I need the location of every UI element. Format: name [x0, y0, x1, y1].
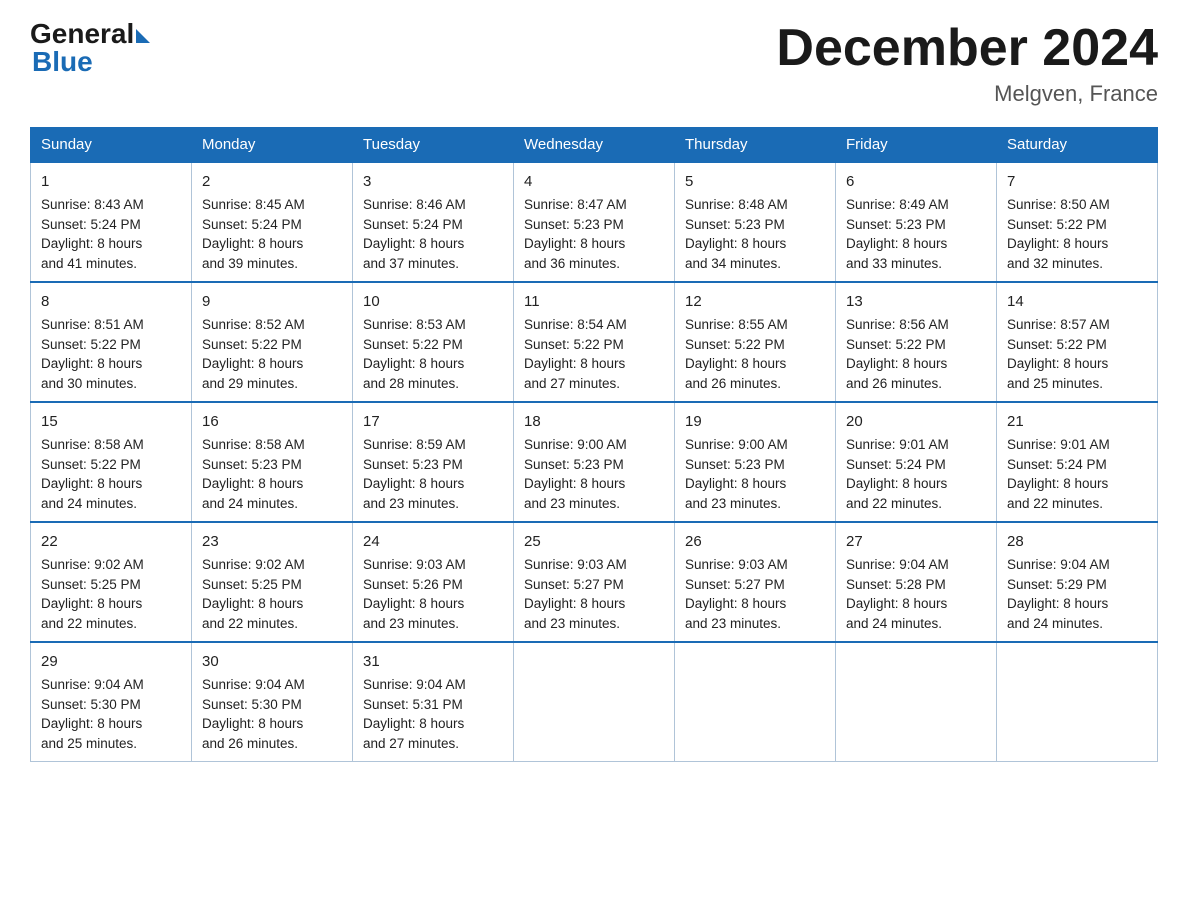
calendar-cell: 8Sunrise: 8:51 AMSunset: 5:22 PMDaylight… [31, 282, 192, 402]
calendar-cell [836, 642, 997, 762]
logo-blue-text: Blue [30, 48, 150, 76]
calendar-body: 1Sunrise: 8:43 AMSunset: 5:24 PMDaylight… [31, 162, 1158, 762]
day-number: 5 [685, 171, 825, 193]
day-number: 3 [363, 171, 503, 193]
day-number: 9 [202, 291, 342, 313]
col-friday: Friday [836, 128, 997, 163]
calendar-cell: 9Sunrise: 8:52 AMSunset: 5:22 PMDaylight… [192, 282, 353, 402]
calendar-cell: 30Sunrise: 9:04 AMSunset: 5:30 PMDayligh… [192, 642, 353, 762]
calendar-cell [675, 642, 836, 762]
calendar-cell: 23Sunrise: 9:02 AMSunset: 5:25 PMDayligh… [192, 522, 353, 642]
calendar-table: Sunday Monday Tuesday Wednesday Thursday… [30, 127, 1158, 762]
col-thursday: Thursday [675, 128, 836, 163]
day-number: 31 [363, 651, 503, 673]
calendar-cell: 16Sunrise: 8:58 AMSunset: 5:23 PMDayligh… [192, 402, 353, 522]
calendar-cell: 11Sunrise: 8:54 AMSunset: 5:22 PMDayligh… [514, 282, 675, 402]
calendar-cell: 21Sunrise: 9:01 AMSunset: 5:24 PMDayligh… [997, 402, 1158, 522]
day-number: 1 [41, 171, 181, 193]
day-number: 26 [685, 531, 825, 553]
calendar-cell: 18Sunrise: 9:00 AMSunset: 5:23 PMDayligh… [514, 402, 675, 522]
day-number: 21 [1007, 411, 1147, 433]
col-monday: Monday [192, 128, 353, 163]
calendar-row: 22Sunrise: 9:02 AMSunset: 5:25 PMDayligh… [31, 522, 1158, 642]
calendar-cell: 2Sunrise: 8:45 AMSunset: 5:24 PMDaylight… [192, 162, 353, 282]
day-number: 20 [846, 411, 986, 433]
calendar-row: 1Sunrise: 8:43 AMSunset: 5:24 PMDaylight… [31, 162, 1158, 282]
calendar-cell: 4Sunrise: 8:47 AMSunset: 5:23 PMDaylight… [514, 162, 675, 282]
calendar-header: Sunday Monday Tuesday Wednesday Thursday… [31, 128, 1158, 163]
day-number: 13 [846, 291, 986, 313]
title-block: December 2024 Melgven, France [776, 20, 1158, 107]
calendar-cell: 31Sunrise: 9:04 AMSunset: 5:31 PMDayligh… [353, 642, 514, 762]
calendar-cell: 12Sunrise: 8:55 AMSunset: 5:22 PMDayligh… [675, 282, 836, 402]
col-sunday: Sunday [31, 128, 192, 163]
day-number: 12 [685, 291, 825, 313]
day-number: 10 [363, 291, 503, 313]
calendar-cell: 24Sunrise: 9:03 AMSunset: 5:26 PMDayligh… [353, 522, 514, 642]
calendar-cell: 13Sunrise: 8:56 AMSunset: 5:22 PMDayligh… [836, 282, 997, 402]
calendar-cell: 3Sunrise: 8:46 AMSunset: 5:24 PMDaylight… [353, 162, 514, 282]
day-number: 7 [1007, 171, 1147, 193]
day-number: 6 [846, 171, 986, 193]
day-number: 30 [202, 651, 342, 673]
day-number: 14 [1007, 291, 1147, 313]
month-title: December 2024 [776, 20, 1158, 77]
col-wednesday: Wednesday [514, 128, 675, 163]
day-number: 17 [363, 411, 503, 433]
day-number: 22 [41, 531, 181, 553]
calendar-cell: 28Sunrise: 9:04 AMSunset: 5:29 PMDayligh… [997, 522, 1158, 642]
day-number: 23 [202, 531, 342, 553]
day-number: 24 [363, 531, 503, 553]
logo-arrow-icon [136, 29, 150, 43]
calendar-cell [514, 642, 675, 762]
location-label: Melgven, France [776, 81, 1158, 107]
day-number: 28 [1007, 531, 1147, 553]
calendar-cell: 5Sunrise: 8:48 AMSunset: 5:23 PMDaylight… [675, 162, 836, 282]
header-row: Sunday Monday Tuesday Wednesday Thursday… [31, 128, 1158, 163]
calendar-row: 29Sunrise: 9:04 AMSunset: 5:30 PMDayligh… [31, 642, 1158, 762]
calendar-cell: 7Sunrise: 8:50 AMSunset: 5:22 PMDaylight… [997, 162, 1158, 282]
day-number: 4 [524, 171, 664, 193]
day-number: 29 [41, 651, 181, 673]
calendar-cell: 19Sunrise: 9:00 AMSunset: 5:23 PMDayligh… [675, 402, 836, 522]
day-number: 15 [41, 411, 181, 433]
day-number: 2 [202, 171, 342, 193]
calendar-cell: 26Sunrise: 9:03 AMSunset: 5:27 PMDayligh… [675, 522, 836, 642]
calendar-cell: 1Sunrise: 8:43 AMSunset: 5:24 PMDaylight… [31, 162, 192, 282]
calendar-cell [997, 642, 1158, 762]
calendar-cell: 10Sunrise: 8:53 AMSunset: 5:22 PMDayligh… [353, 282, 514, 402]
calendar-row: 15Sunrise: 8:58 AMSunset: 5:22 PMDayligh… [31, 402, 1158, 522]
day-number: 8 [41, 291, 181, 313]
calendar-cell: 22Sunrise: 9:02 AMSunset: 5:25 PMDayligh… [31, 522, 192, 642]
logo-general-text: General [30, 20, 150, 48]
day-number: 25 [524, 531, 664, 553]
col-saturday: Saturday [997, 128, 1158, 163]
logo: General Blue [30, 20, 150, 76]
page-header: General Blue December 2024 Melgven, Fran… [30, 20, 1158, 107]
calendar-cell: 25Sunrise: 9:03 AMSunset: 5:27 PMDayligh… [514, 522, 675, 642]
logo-text-general: General [30, 20, 134, 48]
calendar-cell: 27Sunrise: 9:04 AMSunset: 5:28 PMDayligh… [836, 522, 997, 642]
day-number: 11 [524, 291, 664, 313]
calendar-cell: 17Sunrise: 8:59 AMSunset: 5:23 PMDayligh… [353, 402, 514, 522]
col-tuesday: Tuesday [353, 128, 514, 163]
calendar-cell: 29Sunrise: 9:04 AMSunset: 5:30 PMDayligh… [31, 642, 192, 762]
calendar-cell: 14Sunrise: 8:57 AMSunset: 5:22 PMDayligh… [997, 282, 1158, 402]
calendar-cell: 6Sunrise: 8:49 AMSunset: 5:23 PMDaylight… [836, 162, 997, 282]
day-number: 18 [524, 411, 664, 433]
calendar-cell: 15Sunrise: 8:58 AMSunset: 5:22 PMDayligh… [31, 402, 192, 522]
calendar-cell: 20Sunrise: 9:01 AMSunset: 5:24 PMDayligh… [836, 402, 997, 522]
day-number: 19 [685, 411, 825, 433]
calendar-row: 8Sunrise: 8:51 AMSunset: 5:22 PMDaylight… [31, 282, 1158, 402]
day-number: 27 [846, 531, 986, 553]
day-number: 16 [202, 411, 342, 433]
